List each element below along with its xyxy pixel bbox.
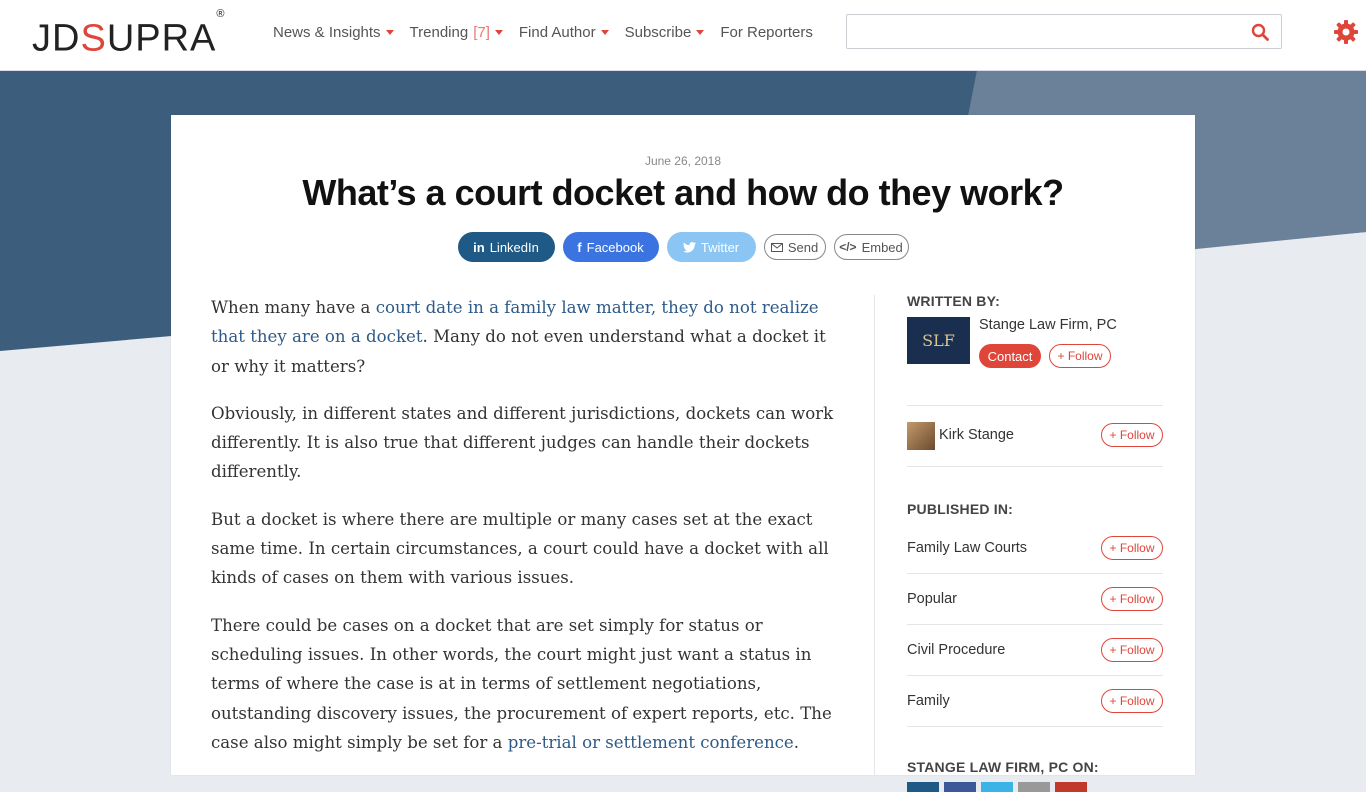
share-label: Send (787, 239, 819, 255)
nav-label: Trending (409, 23, 469, 41)
follow-topic-button[interactable]: + Follow (1101, 689, 1163, 713)
follow-topic-button[interactable]: + Follow (1101, 536, 1163, 560)
nav-label: Subscribe (624, 23, 692, 41)
paragraph: When many have a court date in a family … (211, 293, 841, 381)
paragraph-text: There could be cases on a docket that ar… (211, 615, 832, 752)
rss-icon[interactable] (1018, 782, 1050, 792)
topic-link[interactable]: Family (907, 693, 950, 709)
author-firm: SLF Stange Law Firm, PC Contact + Follow (907, 315, 1163, 406)
share-embed-button[interactable]: </> Embed (833, 234, 909, 260)
share-bar: in LinkedIn f Facebook Twitter Send </> Emb… (171, 232, 1195, 262)
trending-count: [7] (473, 23, 490, 41)
nav-label: Find Author (518, 23, 596, 41)
linkedin-icon[interactable] (907, 782, 939, 792)
topic-list: Family Law Courts + Follow Popular + Fol… (907, 523, 1163, 727)
article-title: What’s a court docket and how do they wo… (302, 172, 1064, 213)
share-linkedin-button[interactable]: in LinkedIn (457, 232, 555, 262)
twitter-icon[interactable] (981, 782, 1013, 792)
paragraph-text: . (793, 732, 800, 752)
share-send-button[interactable]: Send (763, 234, 826, 260)
youtube-icon[interactable] (1055, 782, 1087, 792)
logo-text-s: S (80, 17, 107, 60)
caret-down-icon (494, 29, 503, 35)
firm-name-link[interactable]: Stange Law Firm, PC (979, 317, 1117, 333)
gear-icon[interactable] (1333, 19, 1359, 45)
topic-item: Family + Follow (907, 676, 1163, 727)
topic-link[interactable]: Popular (907, 591, 957, 607)
author-person: Kirk Stange + Follow (907, 406, 1163, 467)
article-body: When many have a court date in a family … (211, 293, 841, 775)
nav-label: For Reporters (720, 23, 813, 41)
nav-label: News & Insights (273, 23, 381, 41)
paragraph: Obviously, in different states and diffe… (211, 403, 834, 482)
nav-subscribe[interactable]: Subscribe (625, 24, 705, 41)
search-input[interactable] (847, 15, 1257, 48)
article-date: June 26, 2018 (644, 154, 722, 168)
facebook-icon[interactable] (944, 782, 976, 792)
nav-news-insights[interactable]: News & Insights (273, 24, 394, 41)
nav-find-author[interactable]: Find Author (519, 24, 609, 41)
nav-trending[interactable]: Trending [7] (410, 24, 503, 41)
logo-text-jd: JD (32, 17, 81, 60)
firm-social-heading: STANGE LAW FIRM, PC ON: (907, 759, 1099, 775)
code-icon: </> (839, 240, 857, 254)
paragraph-text: When many have a (211, 298, 376, 317)
share-label: Facebook (586, 239, 644, 255)
caret-down-icon (385, 29, 394, 35)
topic-item: Family Law Courts + Follow (907, 523, 1163, 574)
article-sidebar: WRITTEN BY: SLF Stange Law Firm, PC Cont… (907, 293, 1163, 792)
follow-topic-button[interactable]: + Follow (1101, 638, 1163, 662)
top-navigation-bar: JDSUPRA® News & Insights Trending [7] Fin… (0, 0, 1366, 71)
share-label: Embed (861, 239, 903, 255)
avatar[interactable] (907, 422, 935, 450)
written-by-heading: WRITTEN BY: (907, 293, 1000, 309)
share-twitter-button[interactable]: Twitter (666, 232, 756, 262)
share-label: Twitter (700, 239, 740, 255)
logo-text-upra: UPRA (106, 17, 217, 60)
search-box (846, 14, 1282, 49)
twitter-icon (682, 241, 696, 253)
search-icon[interactable] (1251, 23, 1269, 41)
firm-social-icons (907, 782, 1163, 792)
main-nav: News & Insights Trending [7] Find Author … (273, 0, 813, 64)
sidebar-divider (874, 295, 875, 775)
share-facebook-button[interactable]: f Facebook (562, 232, 659, 262)
follow-firm-button[interactable]: + Follow (1049, 344, 1111, 368)
topic-item: Civil Procedure + Follow (907, 625, 1163, 676)
share-label: LinkedIn (489, 239, 539, 255)
facebook-icon: f (577, 239, 582, 255)
paragraph: But a docket is where there are multiple… (211, 509, 829, 588)
follow-topic-button[interactable]: + Follow (1101, 587, 1163, 611)
linkedin-icon: in (473, 239, 485, 255)
caret-down-icon (600, 29, 609, 35)
contact-button[interactable]: Contact (979, 344, 1041, 368)
follow-author-button[interactable]: + Follow (1101, 423, 1163, 447)
inline-link[interactable]: pre-trial or settlement conference (508, 733, 794, 752)
topic-link[interactable]: Family Law Courts (907, 540, 1027, 556)
topic-link[interactable]: Civil Procedure (907, 642, 1005, 658)
article-card: June 26, 2018 What’s a court docket and … (171, 115, 1195, 792)
published-in-heading: PUBLISHED IN: (907, 501, 1014, 517)
nav-for-reporters[interactable]: For Reporters (720, 24, 813, 41)
jdsupra-logo[interactable]: JDSUPRA® (32, 8, 226, 59)
logo-registered-mark: ® (216, 8, 226, 20)
topic-item: Popular + Follow (907, 574, 1163, 625)
caret-down-icon (696, 29, 705, 35)
paragraph: There could be cases on a docket that ar… (211, 611, 841, 757)
firm-logo[interactable]: SLF (907, 317, 970, 364)
envelope-icon (770, 242, 783, 252)
author-name-link[interactable]: Kirk Stange (939, 427, 1014, 443)
